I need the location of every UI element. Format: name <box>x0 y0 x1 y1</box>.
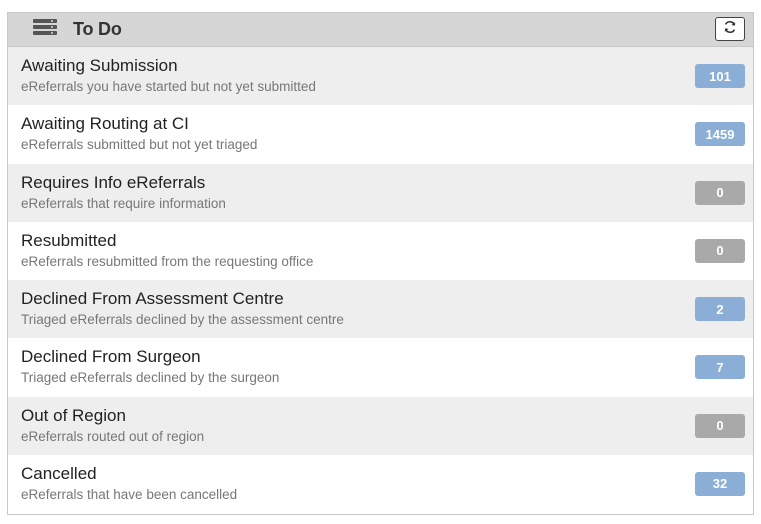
item-description: eReferrals that require information <box>21 195 226 211</box>
item-label: Resubmitted <box>21 230 117 250</box>
item-description: eReferrals that have been cancelled <box>21 486 238 502</box>
item-label: Declined From Surgeon <box>21 347 201 367</box>
item-description: eReferrals resubmitted from the requesti… <box>21 253 314 269</box>
todo-item-out-of-region[interactable]: Out of Region eReferrals routed out of r… <box>8 396 753 455</box>
count-badge: 101 <box>695 64 745 88</box>
count-badge: 2 <box>695 297 745 321</box>
count-badge: 0 <box>695 238 745 263</box>
todo-panel: To Do Awaiting Submission eReferrals you… <box>7 12 754 515</box>
item-label: Out of Region <box>21 405 126 425</box>
item-description: Triaged eReferrals declined by the surge… <box>21 370 280 386</box>
list-icon <box>8 19 73 40</box>
refresh-button[interactable] <box>715 17 745 41</box>
count-badge: 1459 <box>695 122 745 147</box>
item-label: Awaiting Submission <box>21 56 178 75</box>
item-label: Cancelled <box>21 463 97 483</box>
todo-item-awaiting-routing[interactable]: Awaiting Routing at CI eReferrals submit… <box>8 105 753 164</box>
item-description: eReferrals submitted but not yet triaged <box>21 137 258 153</box>
count-badge: 32 <box>695 471 745 496</box>
todo-item-declined-surgeon[interactable]: Declined From Surgeon Triaged eReferrals… <box>8 338 753 397</box>
panel-header: To Do <box>8 13 753 47</box>
count-badge: 0 <box>695 180 745 205</box>
todo-item-resubmitted[interactable]: Resubmitted eReferrals resubmitted from … <box>8 221 753 280</box>
todo-list: Awaiting Submission eReferrals you have … <box>8 47 753 513</box>
refresh-icon <box>723 20 737 39</box>
count-badge: 7 <box>695 355 745 380</box>
count-badge: 0 <box>695 413 745 438</box>
item-description: Triaged eReferrals declined by the asses… <box>21 312 344 327</box>
todo-item-awaiting-submission[interactable]: Awaiting Submission eReferrals you have … <box>8 47 753 106</box>
item-description: eReferrals routed out of region <box>21 428 205 444</box>
item-label: Requires Info eReferrals <box>21 172 206 192</box>
item-label: Awaiting Routing at CI <box>21 114 189 134</box>
todo-item-requires-info[interactable]: Requires Info eReferrals eReferrals that… <box>8 163 753 222</box>
panel-title: To Do <box>73 19 122 39</box>
item-label: Declined From Assessment Centre <box>21 289 284 308</box>
todo-item-declined-assessment[interactable]: Declined From Assessment Centre Triaged … <box>8 280 753 339</box>
item-description: eReferrals you have started but not yet … <box>21 79 316 94</box>
todo-item-cancelled[interactable]: Cancelled eReferrals that have been canc… <box>8 454 753 513</box>
